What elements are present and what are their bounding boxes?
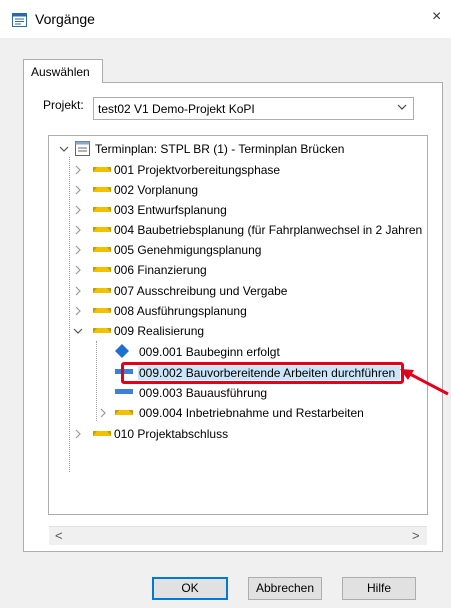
summary-bar-icon <box>115 410 133 415</box>
tree-item-phase[interactable]: 003 Entwurfsplanung <box>73 200 423 220</box>
summary-bar-icon <box>93 187 111 192</box>
dialog-window: Vorgänge × Auswählen Projekt: test02 V1 … <box>0 0 451 608</box>
summary-bar-icon <box>93 328 111 333</box>
tree-item-phase[interactable]: 004 Baubetriebsplanung (für Fahrplanwech… <box>73 220 427 240</box>
tree-line <box>96 341 97 421</box>
app-icon <box>12 13 27 27</box>
tree-item-phase[interactable]: 009.004 Inbetriebnahme und Restarbeiten <box>98 403 418 423</box>
summary-bar-icon <box>93 247 111 252</box>
chevron-right-icon[interactable] <box>73 306 83 316</box>
chevron-down-icon <box>397 104 407 110</box>
tree-item-phase[interactable]: 010 Projektabschluss <box>73 424 423 444</box>
chevron-down-icon[interactable] <box>59 144 69 154</box>
tree-item-label: 009.001 Baubeginn erfolgt <box>139 345 280 359</box>
tree-item-milestone[interactable]: 009.001 Baubeginn erfolgt <box>98 342 418 362</box>
tree-item-phase[interactable]: 005 Genehmigungsplanung <box>73 240 423 260</box>
tree-item-phase[interactable]: 001 Projektvorbereitungsphase <box>73 160 423 180</box>
tab-label: Auswählen <box>31 65 90 79</box>
project-select[interactable]: test02 V1 Demo-Projekt KoPI <box>93 97 414 120</box>
tree-item-label: 008 Ausführungsplanung <box>114 304 247 318</box>
help-button[interactable]: Hilfe <box>342 577 416 600</box>
tree-item-phase[interactable]: 006 Finanzierung <box>73 260 423 280</box>
schedule-icon <box>75 141 90 156</box>
project-label: Projekt: <box>43 98 84 112</box>
cancel-button[interactable]: Abbrechen <box>248 577 322 600</box>
highlight-frame <box>121 362 404 384</box>
tree-item-task[interactable]: 009.003 Bauausführung <box>98 383 418 403</box>
tree-item-label: 007 Ausschreibung und Vergabe <box>114 284 288 298</box>
chevron-right-icon[interactable] <box>73 429 83 439</box>
chevron-right-icon[interactable] <box>73 185 83 195</box>
tree-item-label: 009.003 Bauausführung <box>139 386 268 400</box>
tree-item-label: 002 Vorplanung <box>114 183 199 197</box>
chevron-right-icon[interactable] <box>73 225 83 235</box>
milestone-diamond-icon <box>115 344 129 358</box>
tree-item-phase[interactable]: 002 Vorplanung <box>73 180 423 200</box>
tree-item-label: 001 Projektvorbereitungsphase <box>114 163 281 177</box>
chevron-right-icon[interactable] <box>73 286 83 296</box>
tree-item-phase-expanded[interactable]: 009 Realisierung <box>73 321 423 341</box>
tree-item-phase[interactable]: 008 Ausführungsplanung <box>73 301 423 321</box>
summary-bar-icon <box>93 167 111 172</box>
title-bar: Vorgänge × <box>0 0 451 38</box>
project-select-value: test02 V1 Demo-Projekt KoPI <box>98 102 255 116</box>
tree-item-label: 009 Realisierung <box>114 324 205 338</box>
chevron-right-icon[interactable] <box>73 265 83 275</box>
horizontal-scrollbar[interactable]: < > <box>49 526 427 545</box>
close-icon[interactable]: × <box>432 8 441 26</box>
summary-bar-icon <box>93 288 111 293</box>
tree-item-label: 006 Finanzierung <box>114 263 207 277</box>
summary-bar-icon <box>93 207 111 212</box>
chevron-right-icon[interactable] <box>73 245 83 255</box>
tree-item-label: 004 Baubetriebsplanung (für Fahrplanwech… <box>114 223 423 237</box>
scroll-right-icon[interactable]: > <box>412 528 420 543</box>
summary-bar-icon <box>93 431 111 436</box>
tab-auswaehlen[interactable]: Auswählen <box>23 59 103 83</box>
tree-root-label: Terminplan: STPL BR (1) - Terminplan Brü… <box>95 142 345 156</box>
tree-root-row[interactable]: Terminplan: STPL BR (1) - Terminplan Brü… <box>55 139 405 159</box>
annotation-arrow <box>400 369 449 396</box>
summary-bar-icon <box>93 308 111 313</box>
tree-item-label: 009.004 Inbetriebnahme und Restarbeiten <box>139 406 364 420</box>
chevron-right-icon[interactable] <box>98 408 108 418</box>
chevron-right-icon[interactable] <box>73 205 83 215</box>
chevron-down-icon[interactable] <box>73 326 83 336</box>
tree-item-phase[interactable]: 007 Ausschreibung und Vergabe <box>73 281 423 301</box>
task-bar-icon <box>115 389 133 394</box>
scroll-left-icon[interactable]: < <box>55 528 63 543</box>
summary-bar-icon <box>93 267 111 272</box>
ok-button[interactable]: OK <box>152 577 228 600</box>
tree-item-label: 010 Projektabschluss <box>114 427 229 441</box>
chevron-right-icon[interactable] <box>73 165 83 175</box>
window-title: Vorgänge <box>35 11 95 27</box>
tree-item-label: 005 Genehmigungsplanung <box>114 243 262 257</box>
summary-bar-icon <box>93 227 111 232</box>
tree-item-label: 003 Entwurfsplanung <box>114 203 227 217</box>
tree-line <box>69 157 70 472</box>
